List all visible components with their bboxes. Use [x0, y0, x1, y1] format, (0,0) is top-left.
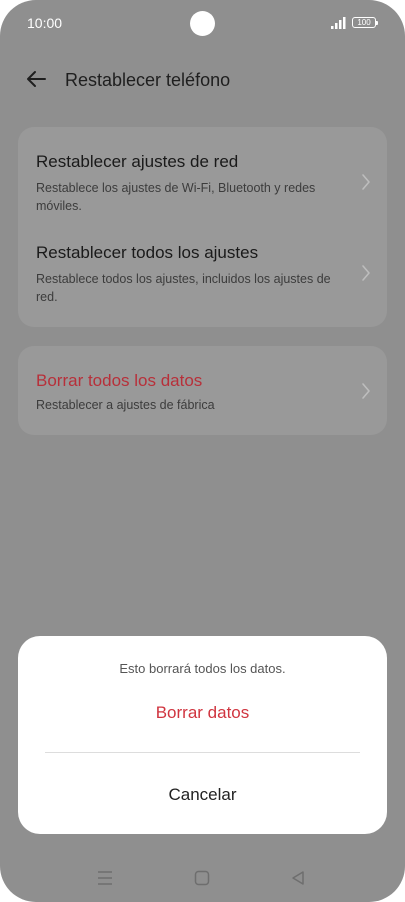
page-title: Restablecer teléfono	[65, 70, 231, 90]
camera-cutout	[190, 11, 215, 36]
chevron-right-icon	[362, 174, 370, 190]
home-icon[interactable]	[193, 869, 211, 887]
item-title: Restablecer todos los ajustes	[36, 243, 259, 262]
signal-icon	[331, 17, 346, 29]
navigation-bar	[0, 860, 405, 894]
battery-icon: 100	[352, 17, 378, 28]
chevron-right-icon	[362, 265, 370, 281]
divider	[45, 752, 360, 753]
item-title: Restablecer ajustes de red	[36, 152, 239, 171]
reset-options-card: Restablecer ajustes de red Restablece lo…	[18, 127, 387, 327]
erase-data-card: Borrar todos los datos Restablecer a aju…	[18, 346, 387, 435]
item-title: Borrar todos los datos	[36, 371, 203, 390]
chevron-right-icon	[362, 383, 370, 399]
app-bar: Restablecer teléfono	[0, 60, 405, 100]
arrow-left-icon[interactable]	[24, 67, 48, 91]
phone-screen: 10:00 100 Restablecer teléfono Restablec…	[0, 0, 405, 902]
item-subtitle: Restablece todos los ajustes, incluidos …	[36, 272, 331, 304]
cancel-button[interactable]: Cancelar	[18, 785, 387, 805]
reset-all-settings-item[interactable]: Restablecer todos los ajustes Restablece…	[36, 242, 346, 306]
erase-all-data-item[interactable]: Borrar todos los datos Restablecer a aju…	[36, 370, 346, 414]
confirm-dialog: Esto borrará todos los datos. Borrar dat…	[18, 636, 387, 834]
menu-icon[interactable]	[96, 869, 114, 887]
item-subtitle: Restablecer a ajustes de fábrica	[36, 398, 215, 412]
back-triangle-icon[interactable]	[289, 869, 307, 887]
item-subtitle: Restablece los ajustes de Wi-Fi, Bluetoo…	[36, 181, 316, 213]
status-time: 10:00	[27, 15, 63, 31]
reset-network-settings-item[interactable]: Restablecer ajustes de red Restablece lo…	[36, 151, 346, 215]
erase-data-button[interactable]: Borrar datos	[18, 703, 387, 723]
dialog-message: Esto borrará todos los datos.	[119, 661, 286, 676]
status-bar: 10:00 100	[0, 0, 405, 46]
